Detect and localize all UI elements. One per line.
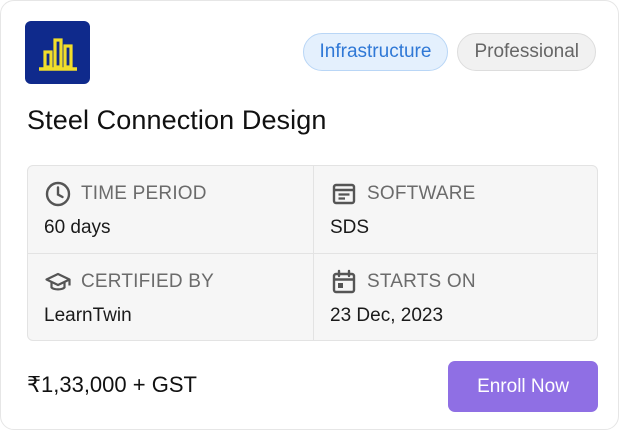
starts-on-value: 23 Dec, 2023 (330, 305, 444, 326)
software-value: SDS (330, 217, 370, 238)
software-label: SOFTWARE (367, 183, 476, 204)
detail-certified-by: CERTIFIED BY LearnTwin (28, 253, 313, 340)
detail-time-period: TIME PERIOD 60 days (28, 166, 313, 253)
starts-on-label: STARTS ON (367, 271, 476, 292)
course-logo (25, 21, 90, 84)
course-tags: Infrastructure Professional (302, 33, 596, 71)
course-card: Infrastructure Professional Steel Connec… (0, 0, 619, 430)
time-period-label: TIME PERIOD (81, 183, 207, 204)
clock-icon (45, 181, 71, 207)
course-price: ₹1,33,000 + GST (27, 372, 197, 397)
course-details-grid: TIME PERIOD 60 days SOFTWARE SDS CERTIFI… (27, 165, 598, 341)
course-title: Steel Connection Design (27, 105, 327, 135)
building-chart-icon (38, 37, 77, 71)
enroll-now-button[interactable]: Enroll Now (448, 361, 598, 412)
time-period-value: 60 days (44, 217, 111, 238)
software-window-icon (332, 183, 356, 205)
tag-professional: Professional (457, 33, 596, 71)
calendar-icon (332, 269, 356, 294)
graduation-cap-icon (45, 272, 71, 291)
tag-infrastructure: Infrastructure (302, 33, 449, 71)
certified-by-value: LearnTwin (44, 305, 132, 326)
detail-software: SOFTWARE SDS (313, 166, 597, 253)
certified-by-label: CERTIFIED BY (81, 271, 214, 292)
detail-starts-on: STARTS ON 23 Dec, 2023 (313, 253, 597, 340)
